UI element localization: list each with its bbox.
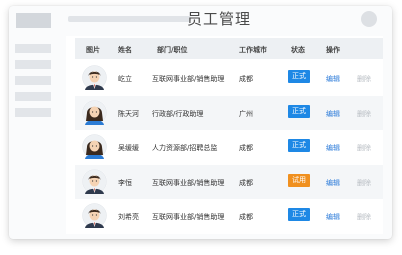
- header-department: 部门/职位: [157, 46, 188, 54]
- edit-link[interactable]: 编辑: [326, 74, 340, 84]
- sidebar-item[interactable]: [15, 92, 51, 101]
- employee-department: 人力资源部/招聘总监: [152, 144, 218, 152]
- table-header: 图片 姓名 部门/职位 工作城市 状态 操作: [75, 38, 383, 59]
- top-bar: 员工管理: [9, 6, 392, 32]
- employee-name: 屹立: [118, 75, 132, 83]
- header-photo: 图片: [86, 46, 100, 54]
- logo-placeholder: [16, 13, 51, 28]
- employee-name: 陈天河: [118, 110, 139, 118]
- status-badge: 正式: [288, 70, 310, 83]
- employee-name: 李恒: [118, 179, 132, 187]
- edit-link[interactable]: 编辑: [326, 178, 340, 188]
- status-badge: 正式: [288, 208, 310, 221]
- nav-placeholder: [68, 16, 191, 22]
- header-city: 工作城市: [239, 46, 267, 54]
- employee-city: 成都: [239, 213, 253, 221]
- employee-table: 图片 姓名 部门/职位 工作城市 状态 操作 屹立 互联网事业部/销售助理 成都 正式…: [66, 36, 383, 234]
- user-avatar[interactable]: [361, 11, 377, 27]
- male-avatar-icon: [82, 203, 107, 228]
- delete-link[interactable]: 删除: [357, 212, 371, 222]
- header-status: 状态: [291, 46, 305, 54]
- table-row: 刘希亮 互联网事业部/销售助理 成都 正式 编辑 删除: [75, 199, 383, 233]
- delete-link[interactable]: 删除: [357, 178, 371, 188]
- employee-city: 广州: [239, 110, 253, 118]
- delete-link[interactable]: 删除: [357, 74, 371, 84]
- sidebar-item[interactable]: [15, 60, 51, 69]
- employee-city: 成都: [239, 144, 253, 152]
- status-badge: 正式: [288, 105, 310, 118]
- sidebar-item[interactable]: [15, 108, 51, 117]
- female-avatar-icon: [82, 134, 107, 159]
- employee-name: 吴缓缓: [118, 144, 139, 152]
- page-title: 员工管理: [187, 10, 252, 28]
- table-row: 吴缓缓 人力资源部/招聘总监 成都 正式 编辑 删除: [75, 130, 383, 164]
- status-badge: 正式: [288, 139, 310, 152]
- employee-name: 刘希亮: [118, 213, 139, 221]
- employee-city: 成都: [239, 75, 253, 83]
- table-row: 陈天河 行政部/行政助理 广州 正式 编辑 删除: [75, 96, 383, 130]
- sidebar-item[interactable]: [15, 44, 51, 53]
- delete-link[interactable]: 删除: [357, 109, 371, 119]
- app-window: 员工管理 图片 姓名 部门/职位 工作城市 状态 操作 屹立互联网事业部/销售助…: [9, 6, 392, 239]
- header-actions: 操作: [326, 46, 340, 54]
- edit-link[interactable]: 编辑: [326, 212, 340, 222]
- delete-link[interactable]: 删除: [357, 143, 371, 153]
- employee-department: 互联网事业部/销售助理: [152, 75, 225, 83]
- table-row: 李恒 互联网事业部/销售助理 成都 试用 编辑 删除: [75, 165, 383, 199]
- employee-department: 互联网事业部/销售助理: [152, 179, 225, 187]
- header-name: 姓名: [118, 46, 132, 54]
- employee-city: 成都: [239, 179, 253, 187]
- sidebar: [15, 44, 55, 124]
- table-row: 屹立 互联网事业部/销售助理 成都 正式 编辑 删除: [75, 61, 383, 95]
- employee-department: 互联网事业部/销售助理: [152, 213, 225, 221]
- male-avatar-icon: [82, 65, 107, 90]
- edit-link[interactable]: 编辑: [326, 143, 340, 153]
- sidebar-item[interactable]: [15, 76, 51, 85]
- status-badge: 试用: [288, 174, 310, 187]
- male-avatar-icon: [82, 169, 107, 194]
- edit-link[interactable]: 编辑: [326, 109, 340, 119]
- female-avatar-icon: [82, 100, 107, 125]
- employee-department: 行政部/行政助理: [152, 110, 204, 118]
